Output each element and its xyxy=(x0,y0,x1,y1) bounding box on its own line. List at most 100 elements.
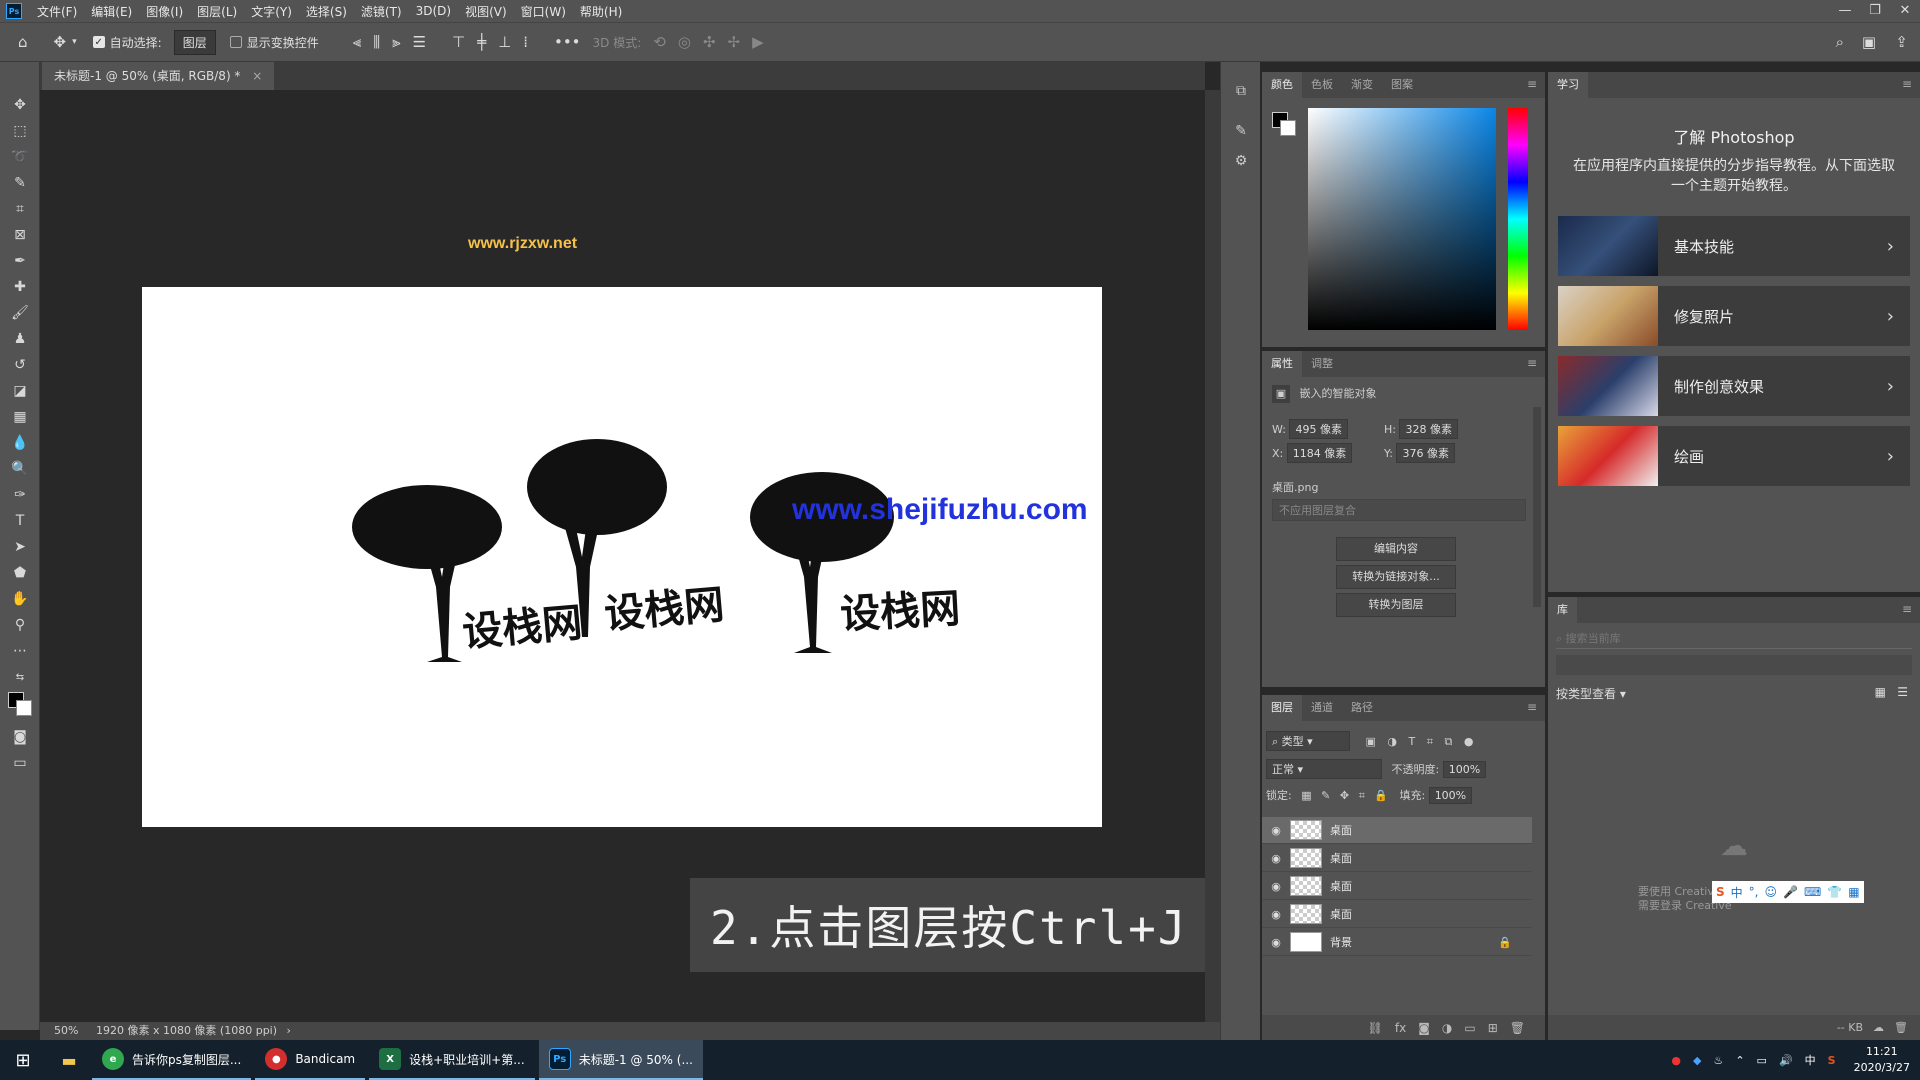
dodge-tool-icon[interactable]: 🔍 xyxy=(0,456,40,482)
screen-mode-icon[interactable]: ▭ xyxy=(0,750,40,776)
distribute-icon[interactable]: ☰ xyxy=(413,33,426,51)
layer-name[interactable]: 桌面 xyxy=(1330,850,1352,866)
cloud-sync-icon[interactable]: ☁ xyxy=(1873,1021,1884,1034)
filter-shape-icon[interactable]: ⌗ xyxy=(1427,735,1433,748)
record-icon[interactable]: ● xyxy=(1671,1054,1681,1067)
taskbar-item-browser[interactable]: e 告诉你ps复制图层... xyxy=(92,1040,252,1080)
background-color-swatch[interactable] xyxy=(16,700,32,716)
convert-to-layers-button[interactable]: 转换为图层 xyxy=(1336,593,1456,617)
menu-edit[interactable]: 编辑(E) xyxy=(84,3,139,20)
layer-name[interactable]: 桌面 xyxy=(1330,878,1352,894)
align-middle-icon[interactable]: ╪ xyxy=(477,33,486,51)
menu-3d[interactable]: 3D(D) xyxy=(409,4,458,18)
shield-icon[interactable]: ◆ xyxy=(1693,1054,1701,1067)
menu-select[interactable]: 选择(S) xyxy=(299,3,354,20)
delete-layer-icon[interactable]: 🗑 xyxy=(1510,1021,1525,1035)
filter-smart-icon[interactable]: ⧉ xyxy=(1444,735,1452,748)
chevron-down-icon[interactable]: ▾ xyxy=(72,37,77,47)
tab-layers[interactable]: 图层 xyxy=(1262,695,1302,721)
layer-row-background[interactable]: ◉ 背景 🔒 xyxy=(1262,929,1532,956)
document-tab[interactable]: 未标题-1 @ 50% (桌面, RGB/8) * × xyxy=(42,62,275,90)
3d-rotate-icon[interactable]: ⟲ xyxy=(653,33,666,51)
workspace-icon[interactable]: ▣ xyxy=(1862,33,1876,51)
eyedropper-tool-icon[interactable]: ✒ xyxy=(0,248,40,274)
layer-style-icon[interactable]: fx xyxy=(1395,1021,1406,1035)
layer-row[interactable]: ◉ 桌面 xyxy=(1262,845,1532,872)
layer-row[interactable]: ◉ 桌面 xyxy=(1262,873,1532,900)
move-tool-icon[interactable]: ✥ xyxy=(0,92,40,118)
learn-card-creative-effects[interactable]: 制作创意效果 › xyxy=(1558,356,1910,416)
visibility-eye-icon[interactable]: ◉ xyxy=(1262,936,1290,949)
type-tool-icon[interactable]: T xyxy=(0,508,40,534)
panel-menu-icon[interactable]: ≡ xyxy=(1527,700,1537,714)
taskbar-item-photoshop[interactable]: Ps 未标题-1 @ 50% (... xyxy=(538,1040,703,1080)
stamp-tool-icon[interactable]: ♟ xyxy=(0,326,40,352)
new-adjustment-icon[interactable]: ◑ xyxy=(1442,1021,1452,1035)
file-explorer-icon[interactable]: ▬ xyxy=(46,1051,92,1070)
3d-pan-icon[interactable]: ✣ xyxy=(703,33,716,51)
blur-tool-icon[interactable]: 💧 xyxy=(0,430,40,456)
learn-card-basics[interactable]: 基本技能 › xyxy=(1558,216,1910,276)
shape-tool-icon[interactable]: ⬟ xyxy=(0,560,40,586)
3d-camera-icon[interactable]: ▶ xyxy=(752,33,764,51)
delete-icon[interactable]: 🗑 xyxy=(1894,1021,1908,1034)
crop-tool-icon[interactable]: ⌗ xyxy=(0,196,40,222)
history-panel-icon[interactable]: ⧉ xyxy=(1221,76,1261,106)
zoom-tool-icon[interactable]: ⚲ xyxy=(0,612,40,638)
width-field[interactable]: 495 像素 xyxy=(1289,419,1348,439)
lock-artboard-icon[interactable]: ⌗ xyxy=(1359,789,1365,802)
minimize-icon[interactable]: — xyxy=(1830,0,1860,22)
add-mask-icon[interactable]: ◙ xyxy=(1418,1021,1430,1035)
color-picker-field[interactable] xyxy=(1308,108,1496,330)
new-layer-icon[interactable]: ⊞ xyxy=(1488,1021,1498,1035)
windows-start-icon[interactable]: ⊞ xyxy=(0,1050,46,1071)
pen-tool-icon[interactable]: ✑ xyxy=(0,482,40,508)
layer-name[interactable]: 桌面 xyxy=(1330,822,1352,838)
chevron-up-icon[interactable]: ⌃ xyxy=(1735,1054,1744,1067)
lasso-tool-icon[interactable]: ➰ xyxy=(0,144,40,170)
panel-menu-icon[interactable]: ≡ xyxy=(1902,77,1912,91)
menu-type[interactable]: 文字(Y) xyxy=(244,3,299,20)
network-icon[interactable]: ▭ xyxy=(1757,1054,1767,1067)
new-group-icon[interactable]: ▭ xyxy=(1464,1021,1475,1035)
opacity-field[interactable]: 100% xyxy=(1442,761,1487,778)
menu-file[interactable]: 文件(F) xyxy=(30,3,84,20)
ime-indicator[interactable]: 中 xyxy=(1805,1052,1816,1068)
sogou-tray-icon[interactable]: S xyxy=(1828,1054,1836,1067)
layer-name[interactable]: 桌面 xyxy=(1330,906,1352,922)
volume-icon[interactable]: 🔊 xyxy=(1779,1054,1793,1067)
swap-colors-icon[interactable]: ⇆ xyxy=(0,664,40,690)
panel-menu-icon[interactable]: ≡ xyxy=(1902,602,1912,616)
tab-color[interactable]: 颜色 xyxy=(1262,72,1302,98)
align-top-icon[interactable]: ⊤ xyxy=(452,33,465,51)
brush-settings-icon[interactable]: ✎ xyxy=(1221,116,1261,146)
lock-all-icon[interactable]: 🔒 xyxy=(1374,789,1388,802)
filter-toggle-icon[interactable]: ● xyxy=(1464,735,1474,748)
tab-learn[interactable]: 学习 xyxy=(1548,72,1588,98)
tray-app-icon[interactable]: ♨ xyxy=(1713,1054,1723,1067)
height-field[interactable]: 328 像素 xyxy=(1399,419,1458,439)
document-canvas[interactable]: 设栈网 设栈网 设栈网 xyxy=(142,287,1102,827)
x-field[interactable]: 1184 像素 xyxy=(1286,443,1353,463)
ime-toolbar[interactable]: S 中 °, ☺ 🎤 ⌨ 👕 ▦ xyxy=(1712,881,1864,903)
auto-select-dropdown[interactable]: 图层 xyxy=(173,29,216,55)
tab-patterns[interactable]: 图案 xyxy=(1382,72,1422,98)
history-brush-tool-icon[interactable]: ↺ xyxy=(0,352,40,378)
tab-adjustments[interactable]: 调整 xyxy=(1302,351,1342,377)
lock-position-icon[interactable]: ✥ xyxy=(1340,789,1349,802)
convert-to-linked-button[interactable]: 转换为链接对象... xyxy=(1336,565,1456,589)
visibility-eye-icon[interactable]: ◉ xyxy=(1262,908,1290,921)
frame-tool-icon[interactable]: ⊠ xyxy=(0,222,40,248)
blend-mode-dropdown[interactable]: 正常 ▾ xyxy=(1266,759,1382,779)
align-left-icon[interactable]: ⫷ xyxy=(353,33,361,51)
visibility-eye-icon[interactable]: ◉ xyxy=(1262,852,1290,865)
adjustments-panel-icon[interactable]: ⚙ xyxy=(1221,146,1261,176)
menu-view[interactable]: 视图(V) xyxy=(458,3,514,20)
tab-channels[interactable]: 通道 xyxy=(1302,695,1342,721)
restore-icon[interactable]: ❐ xyxy=(1860,0,1890,22)
gradient-tool-icon[interactable]: ▦ xyxy=(0,404,40,430)
quick-select-tool-icon[interactable]: ✎ xyxy=(0,170,40,196)
link-layers-icon[interactable]: ⛓ xyxy=(1368,1021,1383,1035)
menu-layer[interactable]: 图层(L) xyxy=(190,3,244,20)
panel-menu-icon[interactable]: ≡ xyxy=(1527,77,1537,91)
